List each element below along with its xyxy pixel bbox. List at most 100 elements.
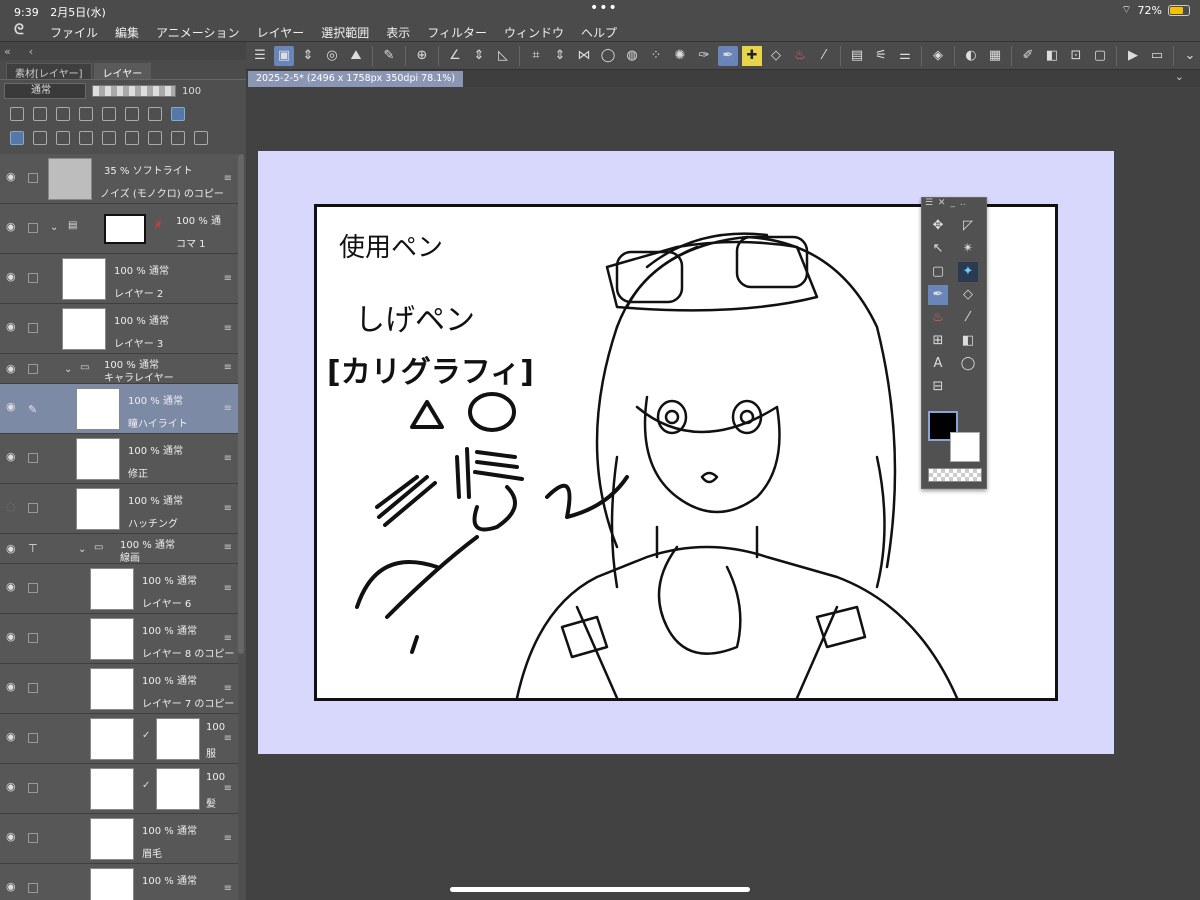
home-indicator[interactable] (450, 887, 750, 892)
layer-checkbox[interactable] (28, 833, 38, 843)
canvas-area[interactable]: 使用ペン しげペン [カリグラフィ] (246, 87, 1200, 900)
text-icon[interactable]: A (928, 354, 948, 374)
app-logo-icon[interactable]: ᘓ (14, 22, 32, 40)
draft-icon[interactable] (56, 107, 70, 121)
blend-mode-select[interactable]: 通常 (4, 83, 86, 99)
layer-menu-icon[interactable]: ≡ (224, 633, 232, 644)
auto-select-icon[interactable]: ✦ (958, 262, 978, 282)
layer-item[interactable]: ◉ 100 % 通常 修正 ≡ (0, 434, 238, 484)
mask-apply-icon[interactable] (171, 131, 185, 145)
layer-menu-icon[interactable]: ≡ (224, 733, 232, 744)
mask-icon[interactable] (125, 107, 139, 121)
menu-view[interactable]: 表示 (386, 24, 410, 41)
layer-menu-icon[interactable]: ≡ (224, 173, 232, 184)
layer-checkbox[interactable] (28, 683, 38, 693)
eyedropper-icon[interactable]: ⁄ (958, 308, 978, 328)
layer-menu-icon[interactable]: ≡ (224, 503, 232, 514)
layer-color-icon[interactable] (171, 107, 185, 121)
select-pen-icon[interactable]: ✑ (694, 46, 714, 66)
lock-transparent-icon[interactable] (102, 107, 116, 121)
sparkle-icon[interactable]: ✴ (958, 239, 978, 259)
expand-chevron-icon[interactable]: ⌄ (64, 364, 72, 375)
eye-icon[interactable]: ◉ (6, 170, 16, 183)
move-icon[interactable]: ✥ (928, 216, 948, 236)
layer-item[interactable]: ◉ 100 % 通常 レイヤー 2 ≡ (0, 254, 238, 304)
menu-file[interactable]: ファイル (50, 24, 98, 41)
layer-menu-icon[interactable]: ≡ (224, 783, 232, 794)
animation-timeline-icon[interactable]: ▶ (1123, 46, 1143, 66)
operation-icon[interactable]: ◸ (958, 216, 978, 236)
collapse-double-chevron-icon[interactable]: « (4, 45, 11, 58)
updown-icon[interactable]: ⇕ (298, 46, 318, 66)
eye-hidden-icon[interactable]: ◌ (6, 500, 16, 513)
layer-checkbox[interactable] (28, 503, 38, 513)
chevron-down-icon[interactable]: ⌄ (1180, 46, 1200, 66)
menu-layer[interactable]: レイヤー (257, 24, 305, 41)
layer-item[interactable]: ◉ ✓ 100 髪 ≡ (0, 764, 238, 814)
ruler-icon[interactable] (148, 107, 162, 121)
save-icon[interactable]: ▭ (1147, 46, 1167, 66)
layer-menu-icon[interactable]: ≡ (224, 542, 232, 553)
opacity-value[interactable]: 100 (182, 86, 201, 97)
layer-scrollbar[interactable] (238, 154, 244, 654)
mask-link-check-icon[interactable]: ✓ (142, 780, 150, 791)
clip-icon[interactable] (10, 107, 24, 121)
layer-item[interactable]: ◉ 100 % 通常 眉毛 ≡ (0, 814, 238, 864)
layer-item[interactable]: ◉ 100 % 通常 レイヤー 8 のコピー ≡ (0, 614, 238, 664)
lasso-icon[interactable]: ◯ (598, 46, 618, 66)
eye-icon[interactable]: ◉ (6, 542, 16, 555)
layer-item[interactable]: ◉ ⌄ ▤ 100 % 通 コマ 1 ✗ (0, 204, 238, 254)
pen-tool-icon[interactable]: ✒ (928, 285, 948, 305)
layer-checkbox[interactable] (28, 633, 38, 643)
color-wheel-icon[interactable]: ◐ (961, 46, 981, 66)
layer-checkbox[interactable] (28, 273, 38, 283)
layer-menu-icon[interactable]: ≡ (224, 883, 232, 894)
layer-menu-icon[interactable]: ≡ (224, 583, 232, 594)
eraser-icon[interactable]: ◇ (766, 46, 786, 66)
mask-disabled-icon[interactable]: ✗ (154, 220, 162, 231)
layer-stack-icon[interactable]: ◈ (928, 46, 948, 66)
fill-icon[interactable]: ♨ (928, 308, 948, 328)
layer-menu-icon[interactable]: ≡ (224, 683, 232, 694)
layer-menu-icon[interactable]: ≡ (224, 273, 232, 284)
mask-link-check-icon[interactable]: ✓ (142, 730, 150, 741)
collapse-chevron-icon[interactable]: ‹ (29, 45, 33, 58)
eye-icon[interactable]: ◉ (6, 730, 16, 743)
frame-border-icon[interactable]: ⊞ (928, 331, 948, 351)
layer-menu-icon[interactable]: ≡ (224, 453, 232, 464)
document-tab[interactable]: 2025-2-5* (2496 x 1758px 350dpi 78.1%) (248, 71, 464, 87)
balloon-icon[interactable]: ◯ (958, 354, 978, 374)
eye-icon[interactable]: ◉ (6, 580, 16, 593)
select-arrow-icon[interactable]: ↖ (928, 239, 948, 259)
transparent-color-swatch[interactable] (928, 468, 982, 482)
layer-menu-icon[interactable]: ≡ (224, 362, 232, 373)
updown-icon[interactable]: ⇕ (469, 46, 489, 66)
flip-icon[interactable]: ⋈ (574, 46, 594, 66)
layer-checkbox[interactable] (28, 453, 38, 463)
brush-size-icon[interactable]: ✐ (1018, 46, 1038, 66)
multitask-dots[interactable]: ••• (590, 0, 618, 16)
tool-property-icon[interactable]: ⚟ (871, 46, 891, 66)
eye-icon[interactable]: ◉ (6, 362, 16, 375)
tab-layer[interactable]: レイヤー (93, 63, 152, 80)
gradient-icon[interactable]: ◧ (958, 331, 978, 351)
select-circle-icon[interactable]: ◍ (622, 46, 642, 66)
menu-edit[interactable]: 編集 (115, 24, 139, 41)
layer-menu-icon[interactable]: ≡ (224, 323, 232, 334)
layer-item[interactable]: ◉ ✓ 100 服 ≡ (0, 714, 238, 764)
panel-layout-icon[interactable]: ⊟ (928, 377, 948, 397)
eye-icon[interactable]: ◉ (6, 270, 16, 283)
select-dots-icon[interactable]: ⁘ (646, 46, 666, 66)
layer-item[interactable]: ◉ 100 % 通常 ≡ (0, 864, 238, 900)
tool-palette[interactable]: ☰ ✕ _ ‥ ✥ ◸ ↖ ✴ ▢ ✦ ✒ ◇ ♨ ⁄ ⊞ ◧ A ◯ ⊟ (921, 197, 987, 489)
transfer-down-icon[interactable] (102, 131, 116, 145)
sticky-note-icon[interactable]: ✚ (742, 45, 762, 66)
slider-settings-icon[interactable]: ⚌ (895, 46, 915, 66)
merge-icon[interactable] (125, 131, 139, 145)
ruler-line-icon[interactable]: ∠ (445, 46, 465, 66)
history-icon[interactable]: ▢ (1090, 46, 1110, 66)
eraser-icon[interactable]: ◇ (958, 285, 978, 305)
eyedropper-icon[interactable]: ⁄ (814, 46, 834, 66)
layer-item[interactable]: ◉ 100 % 通常 レイヤー 6 ≡ (0, 564, 238, 614)
pen-icon[interactable]: ✎ (379, 46, 399, 66)
